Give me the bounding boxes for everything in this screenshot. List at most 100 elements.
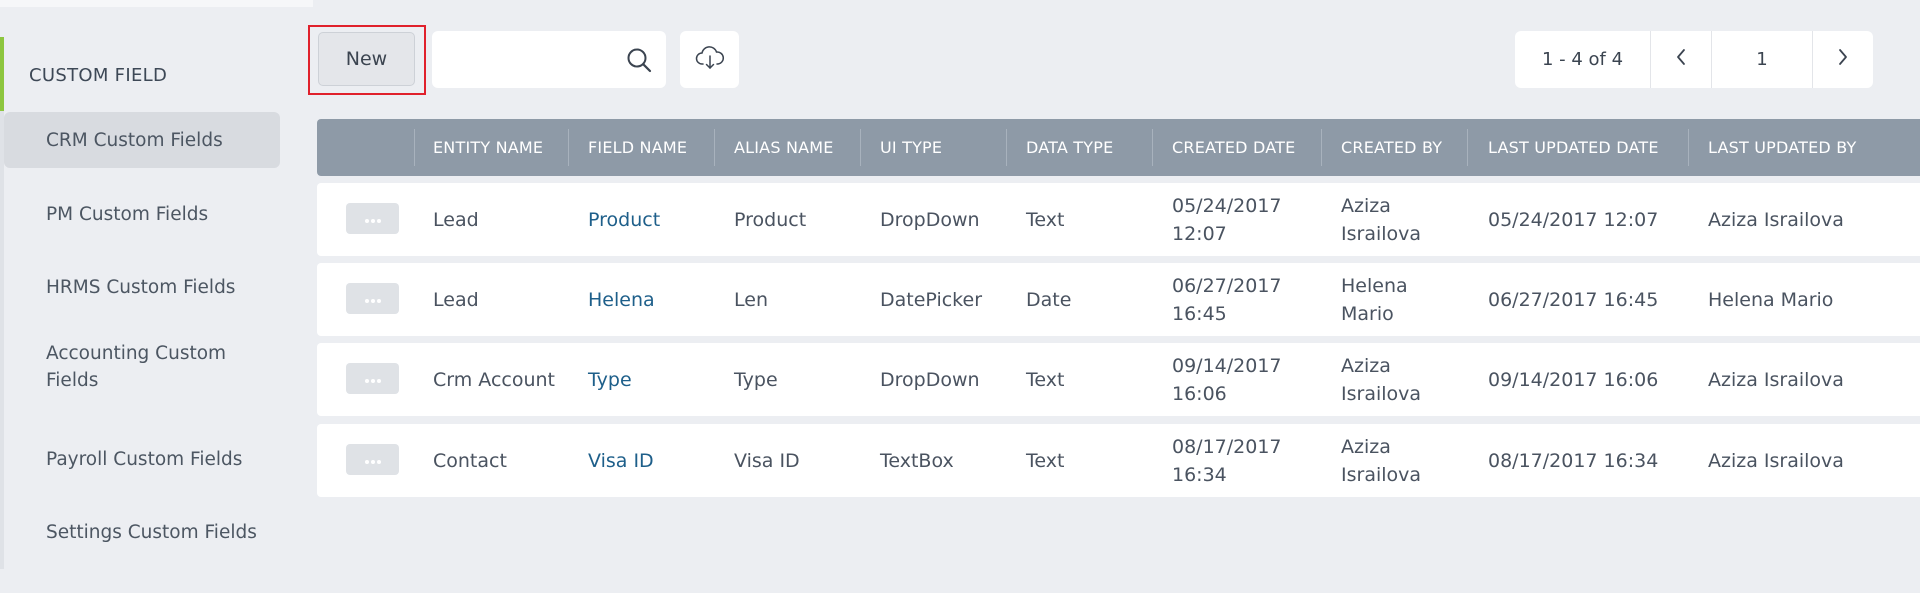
cell-created-date: 05/24/2017 12:07 <box>1172 183 1282 256</box>
sidebar-item-crm[interactable]: CRM Custom Fields <box>4 112 280 168</box>
pagination: 1 - 4 of 4 1 <box>1515 31 1873 88</box>
table-header: ENTITY NAME FIELD NAME ALIAS NAME UI TYP… <box>317 119 1920 176</box>
cell-field-name-link[interactable]: Type <box>588 343 632 416</box>
cell-entity-name: Lead <box>433 288 479 311</box>
sidebar-item-label: Payroll Custom Fields <box>46 448 243 470</box>
cell-last-updated-by: Aziza Israilova <box>1708 208 1844 231</box>
next-page-button[interactable] <box>1812 31 1873 88</box>
column-header-last-updated-by[interactable]: LAST UPDATED BY <box>1708 119 1857 176</box>
row-actions-button[interactable] <box>346 363 399 394</box>
created-date-time: 12:07 <box>1172 222 1227 245</box>
created-by-last: Israilova <box>1341 382 1422 405</box>
created-by-first: Helena <box>1341 274 1408 297</box>
cell-alias-name: Visa ID <box>734 449 800 472</box>
chevron-left-icon <box>1675 48 1687 71</box>
cell-entity-name: Lead <box>433 208 479 231</box>
search-input[interactable] <box>446 41 620 79</box>
sidebar-item-payroll[interactable]: Payroll Custom Fields <box>4 431 280 487</box>
column-header-data-type[interactable]: DATA TYPE <box>1026 119 1113 176</box>
header-separator <box>714 129 715 166</box>
header-separator <box>414 129 415 166</box>
chevron-right-icon <box>1837 48 1849 71</box>
more-icon <box>363 450 383 469</box>
cell-data-type: Text <box>1026 368 1065 391</box>
cell-created-by: Aziza Israilova <box>1341 343 1421 416</box>
column-header-ui-type[interactable]: UI TYPE <box>880 119 942 176</box>
download-button[interactable] <box>680 31 739 88</box>
cell-ui-type: TextBox <box>880 449 954 472</box>
cell-created-by: Aziza Israilova <box>1341 424 1421 497</box>
column-header-alias-name[interactable]: ALIAS NAME <box>734 119 834 176</box>
sidebar-item-settings[interactable]: Settings Custom Fields <box>4 504 280 560</box>
cell-data-type: Date <box>1026 288 1072 311</box>
cell-alias-name: Type <box>734 368 778 391</box>
created-by-first: Aziza <box>1341 435 1391 458</box>
cell-ui-type: DropDown <box>880 208 980 231</box>
column-header-created-by[interactable]: CREATED BY <box>1341 119 1442 176</box>
table-row: Crm Account Type Type DropDown Text 09/1… <box>317 343 1920 416</box>
cell-created-date: 08/17/2017 16:34 <box>1172 424 1282 497</box>
row-actions-button[interactable] <box>346 283 399 314</box>
search-box[interactable] <box>432 31 666 88</box>
cell-last-updated-date: 05/24/2017 12:07 <box>1488 208 1659 231</box>
more-icon <box>363 369 383 388</box>
more-icon <box>363 209 383 228</box>
sidebar-item-label: PM Custom Fields <box>46 203 209 225</box>
cell-last-updated-date: 06/27/2017 16:45 <box>1488 288 1659 311</box>
cell-field-name-link[interactable]: Visa ID <box>588 424 654 497</box>
column-header-last-updated-date[interactable]: LAST UPDATED DATE <box>1488 119 1659 176</box>
search-icon[interactable] <box>626 47 652 77</box>
cell-created-by: Helena Mario <box>1341 263 1408 336</box>
sidebar-item-label: Settings Custom Fields <box>46 521 257 543</box>
header-separator <box>568 129 569 166</box>
created-by-last: Mario <box>1341 302 1394 325</box>
cell-created-by: Aziza Israilova <box>1341 183 1421 256</box>
created-date-time: 16:06 <box>1172 382 1227 405</box>
created-date-day: 05/24/2017 <box>1172 194 1282 217</box>
header-separator <box>1152 129 1153 166</box>
header-separator <box>1688 129 1689 166</box>
row-actions-button[interactable] <box>346 444 399 475</box>
header-separator <box>1321 129 1322 166</box>
prev-page-button[interactable] <box>1650 31 1711 88</box>
cell-ui-type: DropDown <box>880 368 980 391</box>
column-header-field-name[interactable]: FIELD NAME <box>588 119 687 176</box>
created-date-day: 08/17/2017 <box>1172 435 1282 458</box>
column-header-created-date[interactable]: CREATED DATE <box>1172 119 1295 176</box>
created-by-last: Israilova <box>1341 463 1422 486</box>
cell-created-date: 09/14/2017 16:06 <box>1172 343 1282 416</box>
column-header-entity-name[interactable]: ENTITY NAME <box>433 119 543 176</box>
sidebar-item-label: CRM Custom Fields <box>46 129 223 151</box>
sidebar-item-accounting[interactable]: Accounting Custom Fields <box>4 332 244 402</box>
header-separator <box>1006 129 1007 166</box>
cell-field-name-link[interactable]: Helena <box>588 263 655 336</box>
pagination-range: 1 - 4 of 4 <box>1515 31 1650 88</box>
sidebar-item-hrms[interactable]: HRMS Custom Fields <box>4 259 280 315</box>
new-button[interactable]: New <box>318 32 415 86</box>
header-separator <box>860 129 861 166</box>
header-separator <box>1467 129 1468 166</box>
created-date-time: 16:45 <box>1172 302 1227 325</box>
cell-field-name-link[interactable]: Product <box>588 183 660 256</box>
more-icon <box>363 289 383 308</box>
cell-entity-name: Contact <box>433 449 507 472</box>
table-row: Lead Product Product DropDown Text 05/24… <box>317 183 1920 256</box>
sidebar-item-label: Accounting Custom Fields <box>46 343 227 391</box>
table-row: Lead Helena Len DatePicker Date 06/27/20… <box>317 263 1920 336</box>
row-actions-button[interactable] <box>346 203 399 234</box>
cell-last-updated-by: Aziza Israilova <box>1708 449 1844 472</box>
cell-last-updated-date: 08/17/2017 16:34 <box>1488 449 1659 472</box>
page-number[interactable]: 1 <box>1711 31 1812 88</box>
cell-data-type: Text <box>1026 449 1065 472</box>
sidebar-item-pm[interactable]: PM Custom Fields <box>4 186 280 242</box>
top-strip <box>0 0 313 7</box>
cell-last-updated-date: 09/14/2017 16:06 <box>1488 368 1659 391</box>
created-date-time: 16:34 <box>1172 463 1227 486</box>
created-date-day: 06/27/2017 <box>1172 274 1282 297</box>
created-date-day: 09/14/2017 <box>1172 354 1282 377</box>
cloud-download-icon <box>695 45 725 75</box>
cell-last-updated-by: Aziza Israilova <box>1708 368 1844 391</box>
cell-created-date: 06/27/2017 16:45 <box>1172 263 1282 336</box>
cell-alias-name: Product <box>734 208 807 231</box>
cell-ui-type: DatePicker <box>880 288 983 311</box>
